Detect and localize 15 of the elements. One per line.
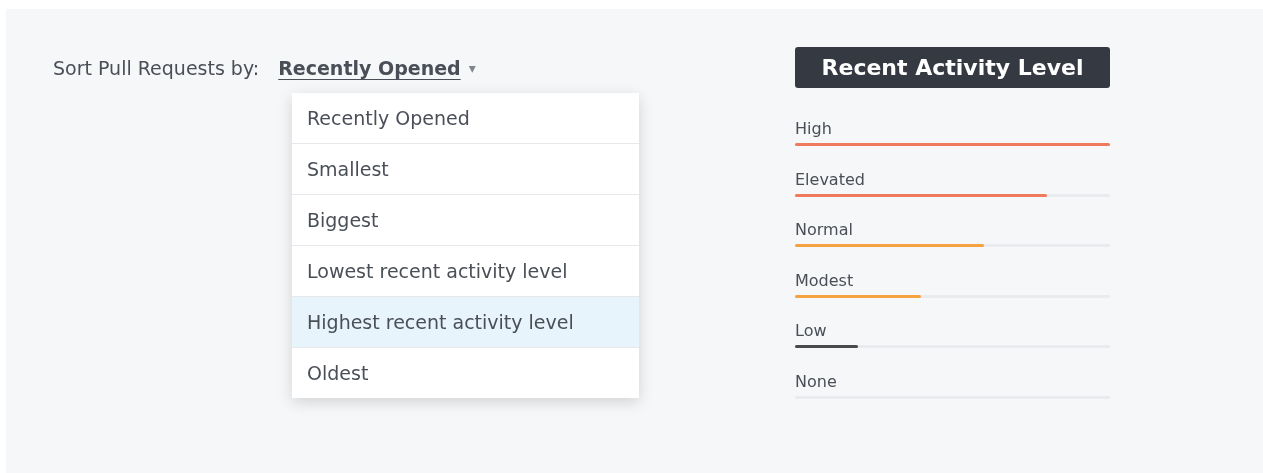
level-label: Elevated bbox=[795, 169, 866, 191]
sort-label: Sort Pull Requests by: bbox=[53, 57, 260, 79]
level-label: None bbox=[795, 371, 838, 393]
menu-item[interactable]: Recently Opened bbox=[292, 93, 639, 144]
level-label: Modest bbox=[795, 270, 855, 292]
menu-item[interactable]: Highest recent activity level bbox=[292, 297, 639, 348]
sort-dropdown[interactable]: Recently Opened ▾ bbox=[278, 57, 476, 79]
level-label: High bbox=[795, 119, 833, 140]
legend-title: Recent Activity Level bbox=[795, 47, 1110, 88]
menu-item[interactable]: Oldest bbox=[292, 348, 639, 398]
level-label: Normal bbox=[795, 220, 854, 241]
menu-item[interactable]: Biggest bbox=[292, 195, 639, 246]
caret-icon: ▾ bbox=[468, 60, 476, 76]
menu-item[interactable]: Smallest bbox=[292, 144, 639, 195]
level-label: Low bbox=[795, 321, 828, 342]
